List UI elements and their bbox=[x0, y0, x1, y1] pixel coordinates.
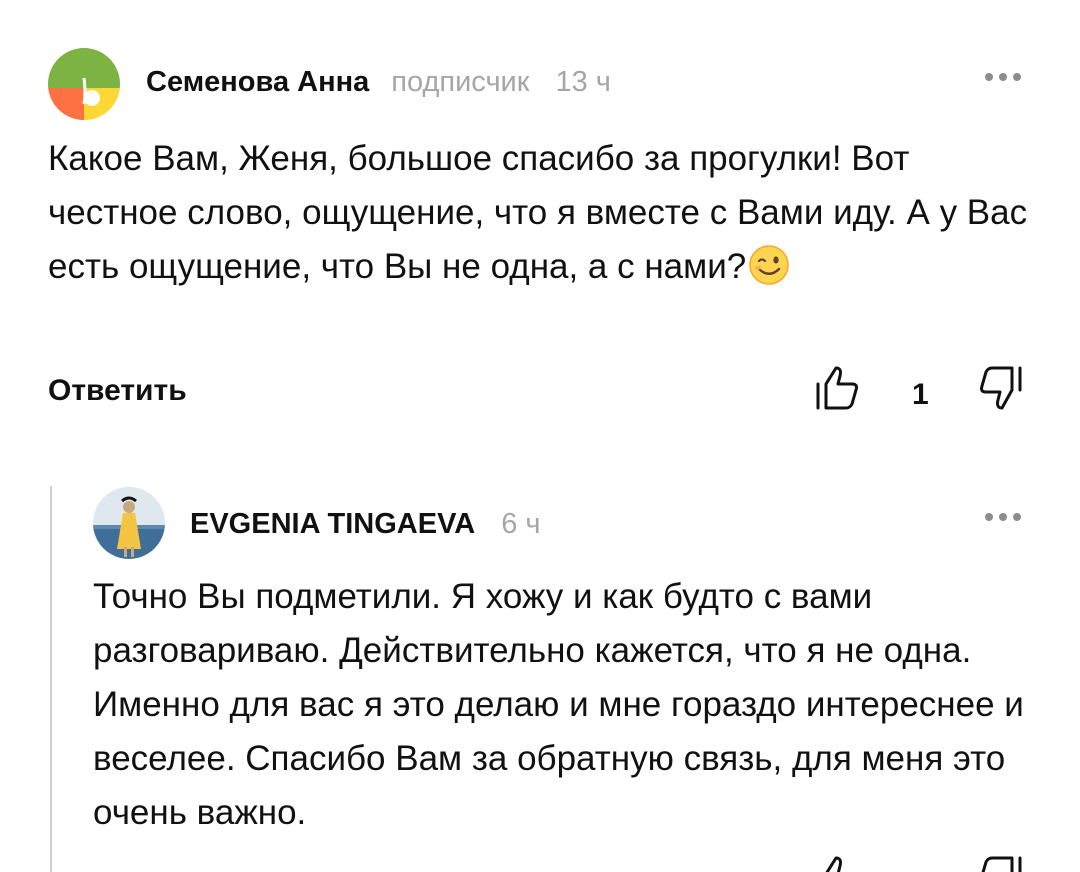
comment-body: Какое Вам, Женя, большое спасибо за прог… bbox=[48, 139, 1028, 286]
author-role: подписчик bbox=[391, 66, 530, 98]
dislike-icon[interactable] bbox=[974, 362, 1026, 414]
comment-text: Точно Вы подметили. Я хожу и как будто с… bbox=[93, 577, 1024, 832]
avatar[interactable] bbox=[93, 487, 165, 559]
author-name[interactable]: EVGENIA TINGAEVA bbox=[190, 508, 475, 541]
thread-line bbox=[50, 486, 52, 872]
like-icon[interactable] bbox=[812, 362, 864, 414]
more-icon[interactable] bbox=[985, 508, 1035, 528]
comment-text: Какое Вам, Женя, большое спасибо за прог… bbox=[48, 132, 1048, 294]
more-icon[interactable] bbox=[985, 68, 1035, 88]
reply-button[interactable]: Ответить bbox=[48, 374, 187, 408]
like-icon[interactable] bbox=[812, 852, 864, 872]
avatar[interactable] bbox=[48, 48, 120, 120]
winking-face-emoji bbox=[748, 244, 790, 286]
like-count: 1 bbox=[912, 378, 929, 411]
timestamp: 13 ч bbox=[555, 66, 611, 98]
comment-header: EVGENIA TINGAEVA 6 ч bbox=[190, 508, 541, 541]
dislike-icon[interactable] bbox=[974, 852, 1026, 872]
timestamp: 6 ч bbox=[501, 508, 541, 540]
comment: Семенова Анна подписчик 13 ч Какое Вам, … bbox=[0, 0, 1080, 440]
author-name[interactable]: Семенова Анна bbox=[146, 66, 369, 99]
comment-header: Семенова Анна подписчик 13 ч bbox=[146, 66, 611, 99]
